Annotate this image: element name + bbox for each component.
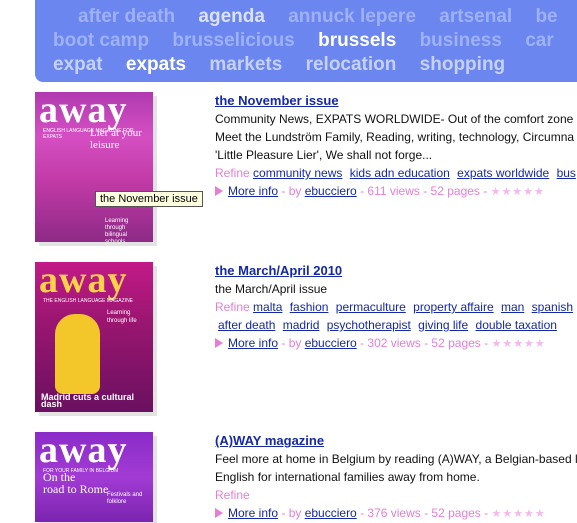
more-info-link[interactable]: More info (228, 184, 278, 198)
rating-stars[interactable]: ★★★★★ (491, 338, 545, 350)
description-line: Community News, EXPATS WORLDWIDE- Out of… (215, 112, 577, 126)
tag-link[interactable]: fashion (290, 300, 329, 314)
publication-thumbnail[interactable]: away THE ENGLISH LANGUAGE MAGAZINE Learn… (35, 262, 153, 412)
play-arrow-icon (215, 186, 223, 196)
tag-link-active[interactable]: expats (126, 54, 186, 75)
magazine-logo: away (39, 432, 128, 471)
refine-label: Refine (215, 166, 250, 180)
author-link[interactable]: ebucciero (305, 506, 357, 520)
rating-stars[interactable]: ★★★★★ (491, 508, 545, 520)
tag-link[interactable]: giving life (418, 318, 468, 332)
tag-link[interactable]: permaculture (336, 300, 406, 314)
tag-link[interactable]: man (501, 300, 524, 314)
tag-link[interactable]: madrid (283, 318, 320, 332)
author-link[interactable]: ebucciero (305, 184, 357, 198)
more-info-link[interactable]: More info (228, 506, 278, 520)
tag-row-3: expat expats markets relocation shopping (53, 54, 523, 76)
tag-link[interactable]: after death (78, 6, 175, 27)
publication-info: the March/April 2010 the March/April iss… (215, 262, 577, 353)
refine-tags: Refine (215, 486, 577, 504)
publication-meta: More info - by ebucciero - 611 views - 5… (215, 182, 577, 201)
publication-info: the November issue Community News, EXPAT… (215, 92, 577, 201)
by-label: - by (278, 506, 305, 520)
cover-teaser: through life (107, 318, 137, 324)
tag-link[interactable]: bus (557, 166, 576, 180)
by-label: - by (278, 336, 305, 350)
publication-thumbnail[interactable]: away ENGLISH LANGUAGE MAGAZINE FOR EXPAT… (35, 92, 153, 242)
tag-link[interactable]: brusselicious (172, 30, 295, 51)
tag-link[interactable]: community news (253, 166, 342, 180)
tag-link[interactable]: psychotherapist (327, 318, 411, 332)
stats-text: - 302 views - 52 pages - (356, 336, 492, 350)
tag-cloud: after death agenda annuck lepere artsena… (35, 0, 577, 82)
play-arrow-icon (215, 508, 223, 518)
cover-headline: leisure (90, 139, 120, 151)
cover-headline: Lier at your (90, 127, 142, 139)
description-line: English for international families away … (215, 470, 480, 484)
tag-link[interactable]: annuck lepere (288, 6, 416, 27)
publication-title-link[interactable]: the November issue (215, 92, 577, 110)
cover-strapline: THE ENGLISH LANGUAGE MAGAZINE (43, 298, 134, 304)
tag-link[interactable]: boot camp (53, 30, 149, 51)
magazine-logo: away (39, 92, 128, 131)
more-info-link[interactable]: More info (228, 336, 278, 350)
publication-info: (A)WAY magazine Feel more at home in Bel… (215, 432, 577, 523)
tag-link[interactable]: property affaire (413, 300, 494, 314)
author-link[interactable]: ebucciero (305, 336, 357, 350)
tag-row-2: boot camp brusselicious brussels busines… (53, 30, 572, 52)
tag-link[interactable]: markets (209, 54, 282, 75)
refine-tags: Refine community news kids adn education… (215, 164, 577, 182)
refine-tags: Refine malta fashion permaculture proper… (215, 298, 577, 316)
magazine-logo: away (39, 262, 128, 301)
description-line: Feel more at home in Belgium by reading … (215, 452, 577, 466)
cover-teaser: Festivals and folklore (107, 492, 143, 505)
cover-model-shape (55, 314, 100, 394)
tag-link[interactable]: car (525, 30, 554, 51)
tag-link[interactable]: after death (218, 318, 275, 332)
cover-headline: Madrid cuts a cultural dash (41, 392, 135, 409)
publication-thumbnail[interactable]: away FOR YOUR FAMILY IN BELGIUM On the r… (35, 432, 153, 522)
stats-text: - 611 views - 52 pages - (356, 184, 491, 198)
publication-meta: More info - by ebucciero - 302 views - 5… (215, 334, 577, 353)
tag-link[interactable]: expat (53, 54, 103, 75)
by-label: - by (278, 184, 305, 198)
description-line: the March/April issue (215, 282, 328, 296)
publication-title-link[interactable]: (A)WAY magazine (215, 432, 577, 450)
tag-link[interactable]: expats worldwide (457, 166, 549, 180)
stats-text: - 376 views - 52 pages - (356, 506, 492, 520)
tag-link[interactable]: spanish (532, 300, 573, 314)
tag-link[interactable]: be (535, 6, 557, 27)
tag-link-active[interactable]: brussels (318, 30, 396, 51)
cover-teaser: Learning through bilingual schools (105, 218, 129, 242)
description-line: 'Little Pleasure Lier', We shall not for… (215, 148, 433, 162)
tag-link[interactable]: double taxation (476, 318, 557, 332)
tag-link[interactable]: shopping (420, 54, 505, 75)
cover-teaser: Learning (107, 310, 131, 316)
refine-tags-continued: after death madrid psychotherapist givin… (215, 316, 577, 334)
cover-headline: road to Rome (43, 482, 109, 496)
tag-link[interactable]: kids adn education (350, 166, 450, 180)
refine-label: Refine (215, 488, 250, 502)
publication-title-link[interactable]: the March/April 2010 (215, 262, 577, 280)
thumbnail-tooltip: the November issue (95, 191, 203, 207)
tag-row-1: after death agenda annuck lepere artsena… (78, 6, 576, 28)
tag-link[interactable]: malta (253, 300, 282, 314)
refine-label: Refine (215, 300, 250, 314)
tag-link[interactable]: relocation (306, 54, 397, 75)
tag-link[interactable]: agenda (198, 6, 265, 27)
play-arrow-icon (215, 338, 223, 348)
tag-link[interactable]: business (420, 30, 502, 51)
tag-link[interactable]: artsenal (439, 6, 512, 27)
description-line: Meet the Lundström Family, Reading, writ… (215, 130, 575, 144)
rating-stars[interactable]: ★★★★★ (491, 186, 545, 198)
